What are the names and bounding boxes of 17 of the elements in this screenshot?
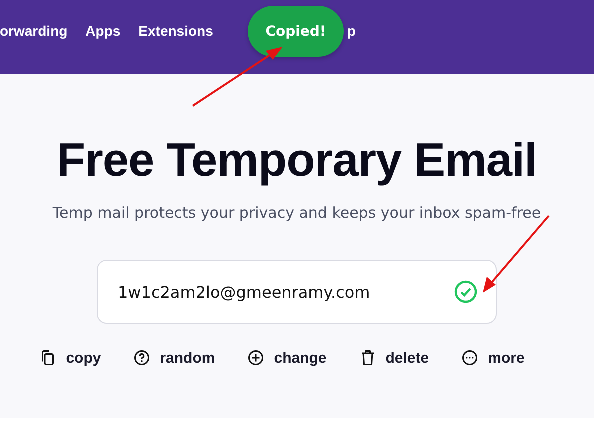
copied-toast: Copied!: [248, 6, 344, 57]
nav-link[interactable]: p: [347, 23, 356, 39]
page-title: Free Temporary Email: [56, 132, 538, 188]
delete-button[interactable]: delete: [358, 349, 430, 367]
plus-circle-icon: [247, 349, 266, 367]
more-icon: [461, 349, 480, 367]
subtitle: Temp mail protects your privacy and keeps your inbox spam-free: [52, 204, 542, 222]
copy-button[interactable]: copy: [39, 349, 102, 367]
more-button[interactable]: more: [461, 349, 525, 367]
email-field[interactable]: 1w1c2am2lo@gmeenramy.com: [97, 260, 497, 324]
nav-link[interactable]: Apps: [86, 23, 121, 39]
nav-link[interactable]: orwarding: [0, 23, 68, 39]
question-icon: [133, 349, 152, 367]
random-button[interactable]: random: [133, 349, 216, 367]
email-address: 1w1c2am2lo@gmeenramy.com: [118, 282, 370, 302]
nav-link[interactable]: Extensions: [138, 23, 214, 39]
change-button[interactable]: change: [247, 349, 327, 367]
